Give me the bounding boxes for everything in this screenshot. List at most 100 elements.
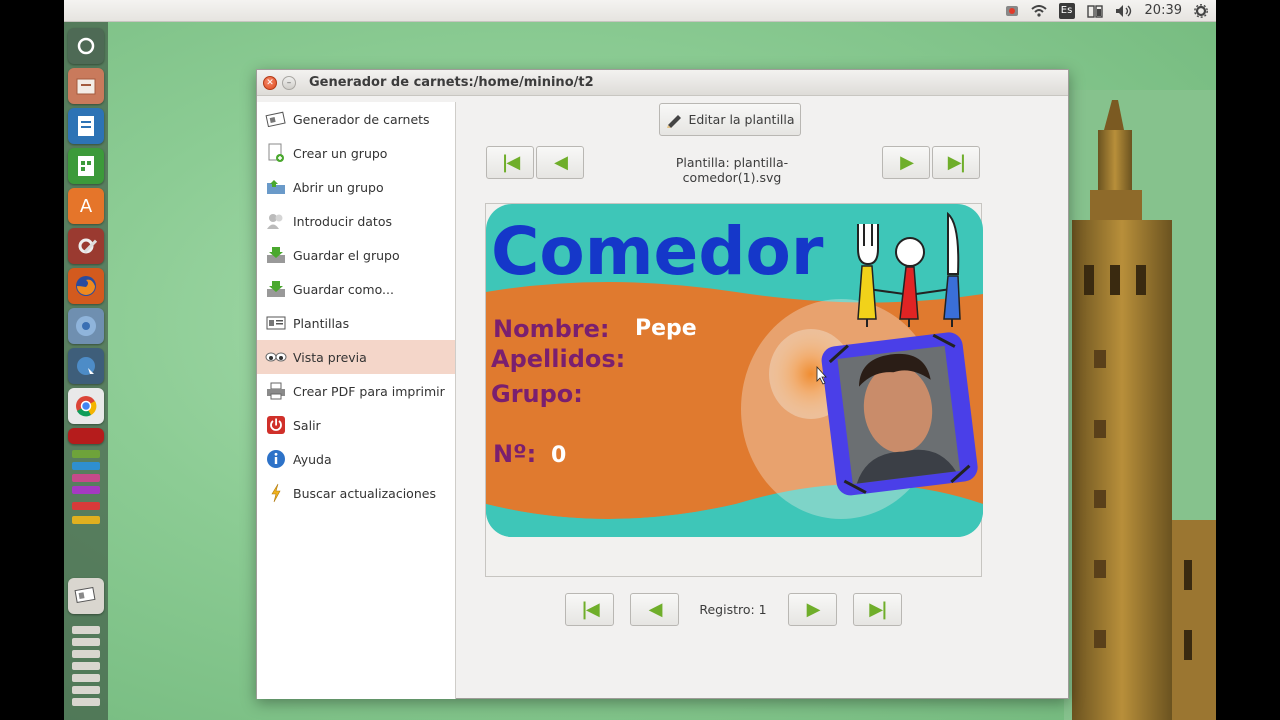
- sidebar: Generador de carnets Crear un grupo Abri…: [257, 102, 456, 699]
- sidebar-item-label: Crear un grupo: [293, 145, 388, 161]
- chrome-icon[interactable]: [68, 388, 104, 424]
- desktop: Es 20:39 A ✕ – Generador de carnets:/hom…: [64, 0, 1216, 720]
- sidebar-item-vista-previa[interactable]: Vista previa: [257, 340, 455, 374]
- open-folder-icon: [265, 177, 287, 197]
- sidebar-item-salir[interactable]: Salir: [257, 408, 455, 442]
- record-last-button[interactable]: ▶|: [853, 593, 902, 626]
- template-label: Plantilla: plantilla-comedor(1).svg: [675, 155, 789, 185]
- eyes-icon: [265, 347, 287, 367]
- sidebar-item-label: Introducir datos: [293, 213, 392, 229]
- workspaces-icon[interactable]: [72, 626, 100, 634]
- network-icon[interactable]: [68, 348, 104, 384]
- system-settings-icon[interactable]: [68, 228, 104, 264]
- sidebar-item-introducir-datos[interactable]: Introducir datos: [257, 204, 455, 238]
- sidebar-item-label: Vista previa: [293, 349, 367, 365]
- battery-icon[interactable]: [1086, 4, 1103, 18]
- sidebar-item-label: Ayuda: [293, 451, 332, 467]
- app-icon[interactable]: [72, 462, 100, 470]
- card-name-value: Pepe: [635, 316, 697, 341]
- id-card: Comedor Nombre: Pepe Apellidos: Grupo: N…: [486, 204, 983, 537]
- template-last-button[interactable]: ▶|: [932, 146, 980, 179]
- app-icon[interactable]: [72, 502, 100, 510]
- app-icon[interactable]: [72, 486, 100, 494]
- volume-icon[interactable]: [1115, 4, 1133, 18]
- sidebar-item-generador[interactable]: Generador de carnets: [257, 102, 455, 136]
- record-next-button[interactable]: ▶: [788, 593, 837, 626]
- chromium-icon[interactable]: [68, 308, 104, 344]
- app-icon[interactable]: [72, 686, 100, 694]
- card-number-label: Nº:: [493, 440, 536, 468]
- template-first-button[interactable]: |◀: [486, 146, 534, 179]
- lightning-icon: [265, 483, 287, 503]
- record-icon[interactable]: [1005, 5, 1019, 17]
- sidebar-item-plantillas[interactable]: Plantillas: [257, 306, 455, 340]
- sidebar-item-label: Abrir un grupo: [293, 179, 384, 195]
- card-name-label: Nombre:: [493, 315, 609, 343]
- pencil-icon: [665, 112, 683, 128]
- sidebar-item-guardar-como[interactable]: Guardar como...: [257, 272, 455, 306]
- software-center-icon[interactable]: A: [68, 188, 104, 224]
- new-document-icon: [265, 143, 287, 163]
- main-panel: Editar la plantilla |◀ ◀ Plantilla: plan…: [456, 102, 1068, 699]
- top-panel: Es 20:39: [64, 0, 1216, 22]
- sidebar-item-label: Salir: [293, 417, 321, 433]
- save-icon: [265, 245, 287, 265]
- calc-icon[interactable]: [68, 148, 104, 184]
- letterbox-left: [0, 0, 64, 720]
- record-first-button[interactable]: |◀: [565, 593, 614, 626]
- first-icon: |◀: [501, 152, 520, 173]
- files-icon[interactable]: [68, 68, 104, 104]
- card-surname-label: Apellidos:: [491, 345, 625, 373]
- app-icon[interactable]: [72, 516, 100, 524]
- edit-template-label: Editar la plantilla: [688, 112, 795, 127]
- sidebar-item-label: Buscar actualizaciones: [293, 485, 436, 501]
- first-icon: |◀: [581, 599, 599, 620]
- sidebar-item-label: Plantillas: [293, 315, 350, 331]
- power-icon: [265, 415, 287, 435]
- template-icon: [265, 313, 287, 333]
- app-icon[interactable]: [72, 698, 100, 706]
- template-prev-button[interactable]: ◀: [536, 146, 584, 179]
- sidebar-item-crear-grupo[interactable]: Crear un grupo: [257, 136, 455, 170]
- last-icon: ▶|: [869, 599, 887, 620]
- next-icon: ▶: [900, 152, 914, 173]
- firefox-icon[interactable]: [68, 268, 104, 304]
- carnets-app-icon[interactable]: [68, 578, 104, 614]
- sidebar-item-ayuda[interactable]: Ayuda: [257, 442, 455, 476]
- close-window-button[interactable]: ✕: [263, 75, 277, 90]
- sidebar-item-guardar-grupo[interactable]: Guardar el grupo: [257, 238, 455, 272]
- settings-icon[interactable]: [1194, 3, 1208, 18]
- clock[interactable]: 20:39: [1145, 3, 1182, 18]
- record-label: Registro: 1: [699, 602, 767, 617]
- app-icon[interactable]: [72, 450, 100, 458]
- opera-icon[interactable]: [68, 428, 104, 444]
- minimize-window-button[interactable]: –: [282, 75, 296, 90]
- next-icon: ▶: [806, 599, 821, 620]
- sidebar-item-crear-pdf[interactable]: Crear PDF para imprimir: [257, 374, 455, 408]
- title-bar[interactable]: ✕ – Generador de carnets:/home/minino/t2: [257, 70, 1068, 96]
- last-icon: ▶|: [947, 152, 966, 173]
- edit-template-button[interactable]: Editar la plantilla: [659, 103, 801, 136]
- previous-icon: ◀: [648, 599, 663, 620]
- app-window: ✕ – Generador de carnets:/home/minino/t2…: [256, 69, 1069, 699]
- app-icon[interactable]: [72, 662, 100, 670]
- app-icon[interactable]: [72, 674, 100, 682]
- sidebar-item-label: Guardar como...: [293, 281, 394, 297]
- card-photo: [821, 332, 978, 496]
- template-next-button[interactable]: ▶: [882, 146, 930, 179]
- sidebar-item-buscar-actualizaciones[interactable]: Buscar actualizaciones: [257, 476, 455, 510]
- app-icon[interactable]: [72, 638, 100, 646]
- keyboard-layout-indicator[interactable]: Es: [1058, 2, 1075, 19]
- sidebar-item-abrir-grupo[interactable]: Abrir un grupo: [257, 170, 455, 204]
- sidebar-item-label: Guardar el grupo: [293, 247, 400, 263]
- info-icon: [265, 449, 287, 469]
- card-preview: Comedor Nombre: Pepe Apellidos: Grupo: N…: [485, 203, 983, 577]
- app-icon[interactable]: [72, 650, 100, 658]
- app-icon[interactable]: [72, 474, 100, 482]
- record-prev-button[interactable]: ◀: [630, 593, 679, 626]
- sidebar-item-label: Generador de carnets: [293, 111, 430, 127]
- writer-icon[interactable]: [68, 108, 104, 144]
- giralda-tower-wallpaper: [1064, 90, 1216, 720]
- wifi-icon[interactable]: [1030, 4, 1047, 17]
- dash-icon[interactable]: [68, 28, 104, 64]
